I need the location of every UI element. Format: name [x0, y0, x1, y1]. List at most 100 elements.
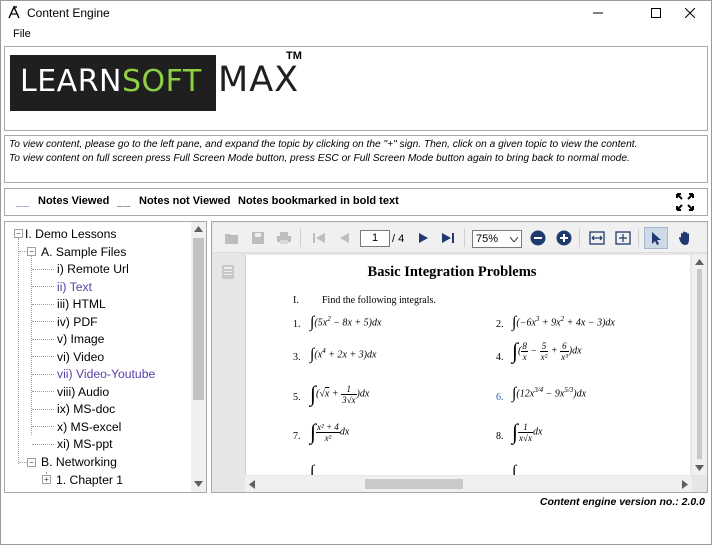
- open-button[interactable]: [223, 229, 241, 247]
- zoom-out-button[interactable]: [529, 229, 547, 247]
- tree-item[interactable]: ix) MS-doc: [57, 400, 115, 417]
- expand-toggle-sample-files[interactable]: −: [27, 247, 36, 256]
- tree-item[interactable]: v) Image: [57, 330, 104, 347]
- integral-5: ∫(√x + 1 3√x)dx: [310, 381, 370, 406]
- version-label: Content engine version no.: 2.0.0: [539, 496, 705, 508]
- tree-node-demo-lessons[interactable]: I. Demo Lessons: [25, 225, 116, 242]
- legend-panel: __ Notes Viewed __ Notes not Viewed Note…: [4, 188, 708, 216]
- tree-item[interactable]: x) MS-excel: [57, 418, 121, 435]
- tree-scroll-thumb[interactable]: [193, 238, 204, 400]
- app-window: Content Engine File LEARNSOFT MAX TM To …: [0, 0, 712, 545]
- next-page-icon: [419, 233, 428, 243]
- tree-node-networking[interactable]: B. Networking: [41, 453, 117, 470]
- save-button[interactable]: [249, 229, 267, 247]
- problem-number: 4.: [496, 352, 504, 363]
- tree-item[interactable]: iii) HTML: [57, 295, 106, 312]
- problem-number: 2.: [496, 319, 504, 330]
- instructions-panel: To view content, please go to the left p…: [4, 135, 708, 183]
- first-page-button[interactable]: [310, 229, 328, 247]
- total-pages: / 4: [392, 233, 405, 245]
- logo-max: MAX: [218, 60, 300, 100]
- chevron-down-icon: [510, 237, 518, 242]
- prev-page-icon: [340, 233, 349, 243]
- fullscreen-toggle-icon[interactable]: [676, 193, 694, 211]
- integral-3: ∫(x4 + 2x + 3)dx: [310, 346, 377, 363]
- tree-item[interactable]: xi) MS-ppt: [57, 435, 113, 452]
- tree-scrollbar[interactable]: [191, 222, 206, 492]
- integral-6: ∫(12x3/4 − 9x5/3)dx: [512, 385, 587, 402]
- print-button[interactable]: [275, 229, 293, 247]
- document-title: Basic Integration Problems: [367, 264, 537, 280]
- problem-number: 5.: [293, 392, 301, 403]
- tree-item[interactable]: vi) Video: [57, 348, 104, 365]
- legend-not-viewed: Notes not Viewed: [139, 195, 231, 207]
- window-title: Content Engine: [27, 6, 110, 20]
- pdf-horizontal-scrollbar[interactable]: [245, 476, 692, 492]
- integral-4: ∫(8 x − 5 x² + 6 x³)dx: [512, 338, 582, 363]
- next-page-button[interactable]: [415, 229, 433, 247]
- tree-node-chapter-1[interactable]: 1. Chapter 1: [56, 471, 123, 488]
- instruction-line-1: To view content, please go to the left p…: [9, 139, 638, 150]
- logo-wordmark: LEARNSOFT: [20, 64, 202, 99]
- zoom-in-icon: [556, 230, 572, 246]
- tree-node-sample-files[interactable]: A. Sample Files: [41, 243, 126, 260]
- first-page-icon: [313, 233, 325, 243]
- topic-tree-panel: − I. Demo Lessons − A. Sample Files i) R…: [4, 221, 207, 493]
- tree-item[interactable]: vii) Video-Youtube: [57, 365, 155, 382]
- tree-item[interactable]: i) Remote Url: [57, 260, 129, 277]
- save-icon: [252, 232, 264, 244]
- scroll-down-icon: [695, 465, 704, 471]
- section-text: Find the following integrals.: [322, 295, 436, 306]
- problem-number: 1.: [293, 319, 301, 330]
- minimize-icon: [593, 12, 603, 14]
- section-number: I.: [293, 295, 299, 306]
- tree-item[interactable]: iv) PDF: [57, 313, 98, 330]
- expand-toggle-networking[interactable]: −: [27, 458, 36, 467]
- logo-trademark: TM: [286, 50, 302, 62]
- tree-item[interactable]: ii) Text: [57, 278, 92, 295]
- integral-2: ∫(−6x3 + 9x2 + 4x − 3)dx: [512, 314, 615, 331]
- pdf-vertical-thumb[interactable]: [697, 269, 702, 459]
- menu-file[interactable]: File: [13, 28, 31, 40]
- pdf-page: Basic Integration Problems I. Find the f…: [245, 255, 690, 475]
- fit-page-button[interactable]: [614, 229, 632, 247]
- integral-8: ∫ 1 x√x dx: [512, 419, 543, 444]
- hand-tool-button[interactable]: [676, 229, 694, 247]
- tree-item[interactable]: viii) Audio: [57, 383, 109, 400]
- expand-toggle-demo-lessons[interactable]: −: [14, 229, 23, 238]
- zoom-in-button[interactable]: [555, 229, 573, 247]
- pdf-vertical-scrollbar[interactable]: [692, 255, 707, 475]
- fit-page-icon: [615, 231, 631, 245]
- last-page-button[interactable]: [439, 229, 457, 247]
- page-number-input[interactable]: 1: [360, 230, 390, 247]
- close-button[interactable]: [667, 1, 712, 25]
- open-icon: [225, 234, 238, 244]
- pdf-horizontal-thumb[interactable]: [365, 479, 463, 489]
- scroll-up-icon: [194, 226, 203, 232]
- hand-tool-icon: [679, 231, 689, 245]
- problem-number: 8.: [496, 431, 504, 442]
- thumbnails-icon[interactable]: [222, 265, 234, 279]
- integral-7: ∫ x² + 4 x² dx: [310, 419, 350, 444]
- fit-width-icon: [589, 231, 605, 245]
- legend-bookmarked: Notes bookmarked in bold text: [238, 195, 399, 207]
- viewed-marker: __: [16, 196, 31, 208]
- print-icon: [277, 232, 291, 244]
- instruction-line-2: To view content on full screen press Ful…: [9, 153, 630, 164]
- expand-toggle-chapter-1[interactable]: +: [42, 475, 51, 484]
- last-page-icon: [442, 233, 454, 243]
- title-bar: Content Engine: [1, 1, 711, 25]
- menu-bar: File: [1, 25, 711, 44]
- scroll-right-icon: [682, 480, 688, 489]
- fit-width-button[interactable]: [588, 229, 606, 247]
- zoom-select[interactable]: 75%: [472, 230, 522, 248]
- prev-page-button[interactable]: [335, 229, 353, 247]
- select-tool-button[interactable]: [644, 227, 668, 249]
- problem-number: 7.: [293, 431, 301, 442]
- minimize-button[interactable]: [575, 1, 621, 25]
- zoom-out-icon: [530, 230, 546, 246]
- app-logo-icon: [8, 5, 20, 19]
- problem-number: 3.: [293, 352, 301, 363]
- not-viewed-marker: __: [117, 196, 132, 208]
- close-icon: [685, 8, 695, 18]
